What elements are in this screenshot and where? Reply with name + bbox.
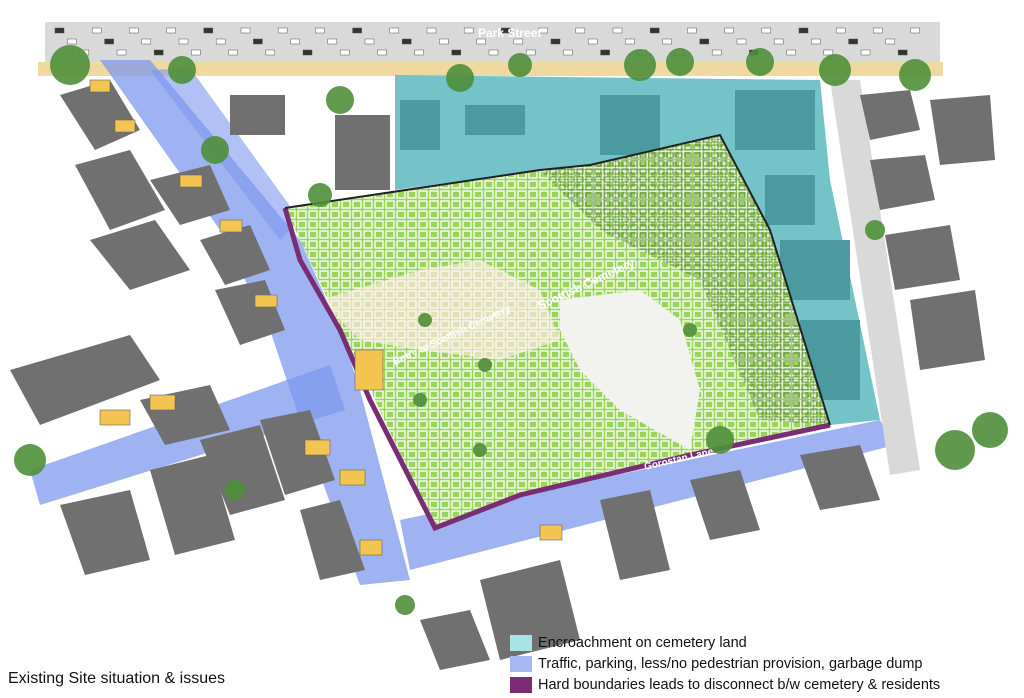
encroachment-building [780, 240, 850, 300]
car [315, 27, 325, 34]
car [203, 27, 214, 34]
car [897, 49, 908, 56]
car [761, 27, 772, 34]
car [439, 38, 449, 45]
map-title: Existing Site situation & issues [8, 670, 225, 687]
car [860, 49, 871, 56]
car [178, 38, 189, 45]
car [488, 49, 499, 56]
car [54, 27, 65, 34]
car [687, 27, 697, 34]
legend-item-traffic: Traffic, parking, less/no pedestrian pro… [510, 654, 1020, 674]
car [401, 38, 412, 45]
car [612, 27, 623, 34]
car [339, 49, 350, 56]
encroachment-building [465, 105, 525, 135]
car [885, 38, 896, 45]
legend-label: Hard boundaries leads to disconnect b/w … [538, 677, 941, 693]
car [699, 38, 710, 45]
car [786, 49, 796, 56]
car [302, 49, 313, 56]
encroachment-building [600, 95, 660, 155]
car [823, 49, 834, 56]
car [129, 27, 139, 34]
legend-swatch [510, 656, 532, 672]
car [364, 38, 375, 45]
car [736, 38, 747, 45]
car [215, 38, 226, 45]
car [649, 27, 660, 34]
car [662, 38, 672, 45]
car [525, 49, 536, 56]
encroachment-building [400, 100, 440, 150]
car [848, 38, 858, 45]
car [191, 49, 201, 56]
legend: Encroachment on cemetery land Traffic, p… [510, 633, 1020, 696]
legend-label: Encroachment on cemetery land [538, 635, 747, 651]
car [240, 27, 251, 34]
car [104, 38, 114, 45]
car [265, 49, 276, 56]
car [153, 49, 164, 56]
car [116, 49, 127, 56]
site-map: Park Street Scottish Cemetery Entry to S… [10, 22, 1008, 670]
car [426, 27, 437, 34]
car [414, 49, 424, 56]
car [798, 27, 809, 34]
car [463, 27, 474, 34]
legend-item-boundary: Hard boundaries leads to disconnect b/w … [510, 675, 1020, 695]
park-street-label: Park Street [478, 26, 541, 40]
car [91, 27, 102, 34]
car [835, 27, 846, 34]
car [67, 38, 77, 45]
legend-swatch [510, 635, 532, 651]
legend-item-encroachment: Encroachment on cemetery land [510, 633, 1020, 653]
car [724, 27, 734, 34]
car [625, 38, 635, 45]
car [587, 38, 598, 45]
car [228, 49, 238, 56]
car [389, 27, 400, 34]
car [550, 38, 561, 45]
car [377, 49, 387, 56]
car [166, 27, 176, 34]
car [873, 27, 883, 34]
car [141, 38, 152, 45]
car [253, 38, 263, 45]
car [811, 38, 821, 45]
car [910, 27, 920, 34]
car [711, 49, 722, 56]
car [563, 49, 573, 56]
legend-swatch [510, 677, 532, 693]
encroachment-building [765, 175, 815, 225]
car [451, 49, 462, 56]
car [575, 27, 586, 34]
legend-label: Traffic, parking, less/no pedestrian pro… [538, 656, 923, 672]
encroachment-building [735, 90, 815, 150]
car [600, 49, 610, 56]
car [352, 27, 362, 34]
car [327, 38, 338, 45]
car [277, 27, 288, 34]
car [773, 38, 784, 45]
car [290, 38, 300, 45]
